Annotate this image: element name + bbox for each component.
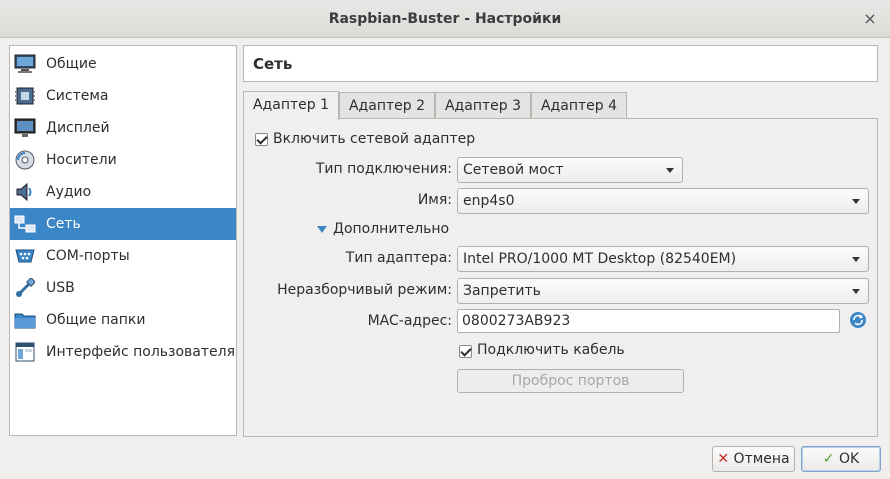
serial-port-icon [14,245,36,267]
sidebar-item-label: Система [46,88,109,104]
cancel-button[interactable]: ✕ Отмена [712,446,795,472]
chevron-down-icon [852,199,860,204]
enable-adapter-checkbox[interactable] [255,133,268,146]
sidebar-item-label: USB [46,280,75,296]
adapter-type-value: Intel PRO/1000 MT Desktop (82540EM) [463,251,737,267]
promiscuous-mode-label: Неразборчивый режим: [277,282,452,298]
sidebar-item-label: Сеть [46,216,81,232]
sidebar-item-network[interactable]: Сеть [10,208,236,240]
sidebar-item-serial-ports[interactable]: COM-порты [10,240,236,272]
sidebar-item-label: COM-порты [46,248,130,264]
sidebar-item-label: Общие [46,56,97,72]
refresh-mac-icon[interactable] [849,311,867,329]
sidebar-item-system[interactable]: Система [10,80,236,112]
interface-name-combo[interactable]: enp4s0 [457,188,869,214]
adapter-type-label: Тип адаптера: [345,250,452,266]
chevron-down-icon [852,289,860,294]
usb-icon [14,277,36,299]
enable-adapter-label: Включить сетевой адаптер [273,131,476,147]
cable-connected-label: Подключить кабель [477,342,625,358]
ui-icon [14,341,36,363]
page-title: Сеть [253,55,293,73]
attachment-type-value: Сетевой мост [463,162,564,178]
window-titlebar: Raspbian-Buster - Настройки × [0,0,890,38]
sidebar-item-user-interface[interactable]: Интерфейс пользователя [10,336,236,368]
settings-sidebar: Общие Система Дисплей Носители Аудио Сет… [9,45,237,436]
cable-connected-checkbox[interactable] [459,345,472,358]
chevron-down-icon [666,168,674,173]
expander-triangle-icon[interactable] [317,226,327,233]
chevron-down-icon [852,257,860,262]
disk-icon [14,149,36,171]
name-label: Имя: [417,192,452,208]
sidebar-item-general[interactable]: Общие [10,48,236,80]
folder-icon [14,309,36,331]
mac-address-label: MAC-адрес: [367,313,452,329]
section-header: Сеть [243,45,878,82]
tab-adapter-2[interactable]: Адаптер 2 [339,92,435,119]
cancel-button-label: Отмена [733,451,790,467]
sidebar-item-label: Аудио [46,184,92,200]
display-icon [14,117,36,139]
network-icon [14,213,36,235]
promiscuous-mode-combo[interactable]: Запретить [457,278,869,304]
sidebar-item-label: Носители [46,152,117,168]
cancel-x-icon: ✕ [717,451,730,467]
sidebar-item-display[interactable]: Дисплей [10,112,236,144]
sidebar-item-usb[interactable]: USB [10,272,236,304]
close-icon[interactable]: × [862,11,878,27]
attachment-type-combo[interactable]: Сетевой мост [457,157,683,183]
interface-name-value: enp4s0 [463,193,515,209]
speaker-icon [14,181,36,203]
sidebar-item-shared-folders[interactable]: Общие папки [10,304,236,336]
sidebar-item-label: Общие папки [46,312,146,328]
sidebar-item-label: Дисплей [46,120,110,136]
ok-button[interactable]: ✓ OK [801,446,881,472]
tab-adapter-1[interactable]: Адаптер 1 [243,91,339,120]
chip-icon [14,85,36,107]
window-title: Raspbian-Buster - Настройки [328,11,562,27]
ok-button-label: OK [838,451,860,467]
adapter-type-combo[interactable]: Intel PRO/1000 MT Desktop (82540EM) [457,246,869,272]
tab-adapter-3[interactable]: Адаптер 3 [435,92,531,119]
monitor-icon [14,53,36,75]
sidebar-item-label: Интерфейс пользователя [46,344,236,360]
mac-address-field[interactable]: 0800273AB923 [457,309,840,333]
sidebar-item-audio[interactable]: Аудио [10,176,236,208]
port-forwarding-button[interactable]: Проброс портов [457,369,684,393]
promiscuous-mode-value: Запретить [463,283,541,299]
attachment-type-label: Тип подключения: [315,161,452,177]
ok-check-icon: ✓ [822,451,835,467]
advanced-expander[interactable]: Дополнительно [333,221,449,237]
tab-adapter-4[interactable]: Адаптер 4 [531,92,627,119]
sidebar-item-storage[interactable]: Носители [10,144,236,176]
